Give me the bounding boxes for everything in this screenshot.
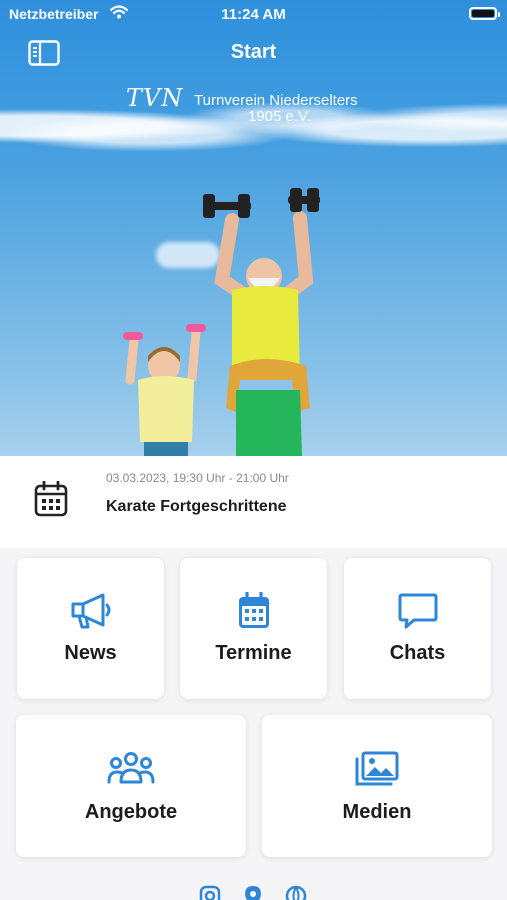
gallery-icon: [355, 751, 399, 786]
boy-figure: [123, 324, 206, 456]
termine-tile[interactable]: Termine: [180, 558, 327, 699]
news-tile[interactable]: News: [17, 558, 164, 699]
club-logo: TVN Turnverein Niederselters 1905 e.V.: [118, 84, 378, 136]
logo-mark: TVN: [126, 84, 184, 112]
chat-bubble-icon: [398, 593, 437, 629]
clock: 11:24 AM: [221, 6, 286, 23]
news-label: News: [64, 642, 117, 664]
megaphone-icon: [71, 593, 110, 629]
logo-name: Turnverein Niederselters: [194, 92, 358, 109]
page-title: Start: [230, 41, 277, 63]
location-icon[interactable]: [243, 885, 263, 900]
medien-tile[interactable]: Medien: [262, 715, 492, 857]
instagram-icon[interactable]: [199, 885, 221, 900]
man-figure: [203, 188, 320, 456]
status-bar: Netzbetreiber 11:24 AM: [0, 0, 507, 28]
next-event-row[interactable]: 03.03.2023, 19:30 Uhr - 21:00 Uhr Karate…: [0, 456, 507, 548]
battery-icon: [469, 7, 500, 20]
logo-year: 1905 e.V.: [248, 108, 311, 125]
nav-bar: Start: [0, 28, 507, 78]
event-datetime: 03.03.2023, 19:30 Uhr - 21:00 Uhr: [106, 471, 289, 485]
event-name: Karate Fortgeschrittene: [106, 498, 287, 515]
angebote-label: Angebote: [84, 801, 178, 823]
hero-photo: [123, 188, 320, 456]
start-screen: TVN Turnverein Niederselters 1905 e.V. N…: [0, 0, 507, 900]
calendar-icon: [238, 592, 269, 628]
calendar-icon: [34, 481, 68, 517]
globe-icon[interactable]: [285, 885, 307, 900]
group-icon: [107, 752, 155, 784]
social-links: [0, 885, 507, 900]
termine-label: Termine: [215, 642, 292, 664]
chats-label: Chats: [389, 642, 446, 664]
angebote-tile[interactable]: Angebote: [16, 715, 246, 857]
chats-tile[interactable]: Chats: [344, 558, 491, 699]
medien-label: Medien: [342, 801, 412, 823]
